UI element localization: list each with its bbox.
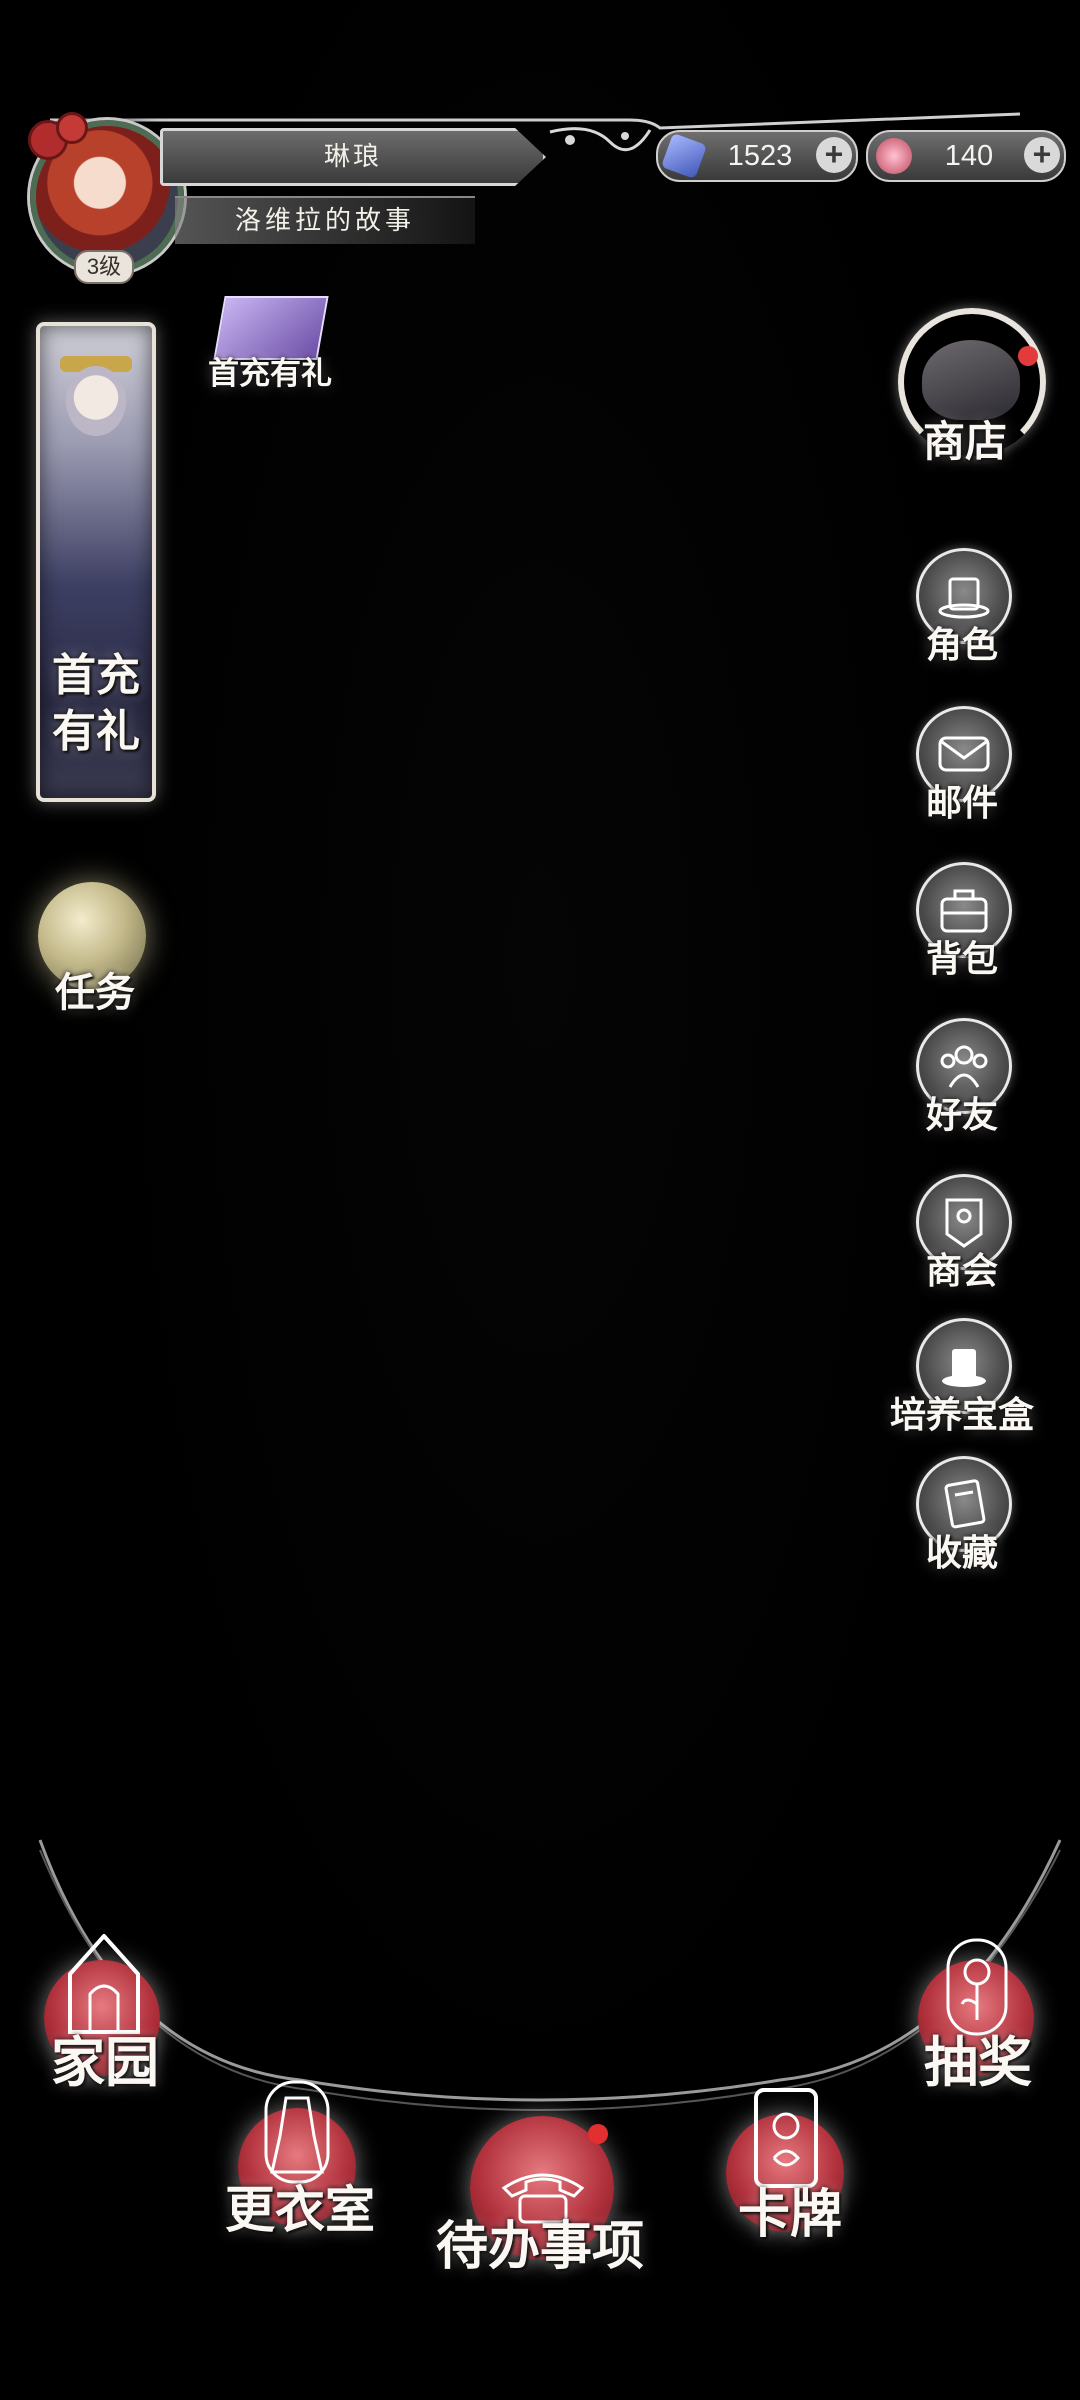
character-button[interactable]: 角色 <box>912 548 1018 666</box>
wardrobe-label: 更衣室 <box>225 2180 375 2239</box>
story-title: 洛维拉的故事 <box>175 196 475 244</box>
collection-label: 收藏 <box>925 1532 998 1574</box>
cards-button[interactable]: 卡牌 <box>710 2080 870 2245</box>
todo-button[interactable]: 待办事项 <box>436 2110 644 2280</box>
add-blue-gem-button[interactable]: + <box>816 137 852 173</box>
lottery-button[interactable]: 抽奖 <box>898 1930 1058 2094</box>
notification-dot <box>588 2124 608 2144</box>
training-box-label: 培养宝盒 <box>889 1394 1034 1436</box>
shop-button[interactable]: 商店 <box>890 308 1060 468</box>
level-badge: 3级 <box>74 250 134 284</box>
cards-label: 卡牌 <box>737 2184 842 2245</box>
blue-gem-icon <box>660 132 708 180</box>
banner-line-2: 有礼 <box>52 706 140 757</box>
mail-button[interactable]: 邮件 <box>912 706 1018 824</box>
collection-button[interactable]: 收藏 <box>912 1456 1018 1574</box>
wardrobe-button[interactable]: 更衣室 <box>220 2072 380 2239</box>
lottery-label: 抽奖 <box>924 2030 1032 2094</box>
todo-label: 待办事项 <box>435 2216 644 2277</box>
friends-label: 好友 <box>925 1094 998 1136</box>
first-recharge-gift-button[interactable]: 首充有礼 <box>205 282 335 392</box>
task-label: 任务 <box>55 969 135 1016</box>
home-label: 家园 <box>51 2030 159 2094</box>
pink-gem-icon <box>876 138 912 174</box>
gift-label: 首充有礼 <box>208 356 332 392</box>
training-box-button[interactable]: 培养宝盒 <box>890 1318 1034 1436</box>
shop-label: 商店 <box>922 417 1007 466</box>
character-label: 角色 <box>925 624 998 666</box>
player-name[interactable]: 琳琅 <box>160 128 546 186</box>
character-portrait <box>66 366 126 436</box>
backpack-label: 背包 <box>925 938 998 980</box>
currency-pink-gem: 140 + <box>866 130 1066 182</box>
currency-value: 140 <box>944 140 994 172</box>
guild-label: 商会 <box>925 1250 998 1292</box>
currency-value: 1523 <box>727 140 793 172</box>
add-pink-gem-button[interactable]: + <box>1024 137 1060 173</box>
notification-dot <box>1018 346 1038 366</box>
guild-button[interactable]: 商会 <box>912 1174 1018 1292</box>
backpack-button[interactable]: 背包 <box>912 862 1018 980</box>
banner-line-1: 首充 <box>52 650 140 701</box>
first-recharge-banner[interactable]: 首充 有礼 <box>36 322 156 802</box>
currency-blue-gem: 1523 + <box>656 130 858 182</box>
friends-button[interactable]: 好友 <box>912 1018 1018 1136</box>
home-button[interactable]: 家园 <box>30 1930 180 2094</box>
mail-label: 邮件 <box>925 782 998 824</box>
rose-decoration-icon <box>56 112 88 144</box>
